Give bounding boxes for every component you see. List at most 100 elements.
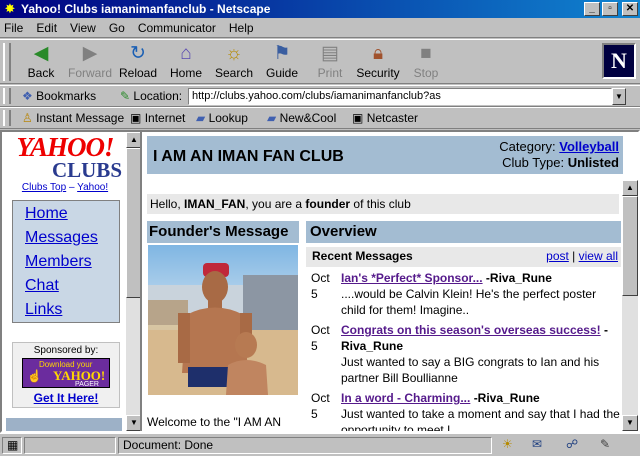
menu-view[interactable]: View [70, 21, 96, 35]
bookmark-page-icon: ▣ [130, 111, 142, 125]
url-history-dropdown[interactable]: ▼ [612, 88, 626, 105]
post-link[interactable]: post [546, 249, 569, 263]
overview-heading: Overview [306, 221, 621, 243]
guide-button[interactable]: ⚑ Guide [257, 42, 307, 82]
message-subject-link[interactable]: Ian's *Perfect* Sponsor... [341, 271, 483, 285]
window-title: Yahoo! Clubs iamanimanfanclub - Netscape [21, 2, 271, 16]
scroll-down-button[interactable]: ▼ [126, 415, 140, 431]
scroll-thumb[interactable] [126, 148, 140, 298]
component-bar-navigator-icon[interactable]: ☀ [502, 437, 513, 451]
sponsor-box: Sponsored by: Download your ☝ YAHOO! PAG… [12, 342, 120, 408]
reload-label: Reload [118, 66, 158, 80]
security-button[interactable]: 🔒︎ Security [353, 42, 403, 82]
yahoo-clubs-logo[interactable]: YAHOO! CLUBS [6, 134, 124, 181]
folder-icon: ▰ [267, 111, 277, 125]
reload-button[interactable]: ↻ Reload [113, 42, 163, 82]
club-type-label: Club Type: [502, 155, 565, 170]
founder-welcome-text: Welcome to the "I AM AN [147, 415, 282, 429]
menu-go[interactable]: Go [109, 21, 125, 35]
view-all-link[interactable]: view all [579, 249, 618, 263]
main-frame-scrollbar[interactable]: ▲ ▼ [622, 180, 638, 431]
menu-bar: File Edit View Go Communicator Help [0, 18, 640, 38]
close-button[interactable]: ✕ [622, 2, 638, 16]
club-type-value: Unlisted [567, 155, 619, 170]
message-date: Oct 5 [311, 390, 337, 422]
internet-button[interactable]: ▣ Internet [130, 111, 185, 125]
greeting-role: founder [305, 197, 351, 211]
scroll-down-button[interactable]: ▼ [622, 415, 638, 431]
nav-members-link[interactable]: Members [25, 253, 92, 271]
message-day: 5 [311, 339, 318, 353]
bookmarks-button[interactable]: ❖ Bookmarks [22, 89, 96, 103]
location-grip[interactable] [3, 88, 11, 104]
minimize-button[interactable]: _ [584, 2, 600, 16]
recent-messages-label: Recent Messages [312, 249, 413, 263]
security-status-cell[interactable]: ▦ [2, 437, 22, 454]
home-label: Home [169, 66, 202, 80]
url-field[interactable]: http://clubs.yahoo.com/clubs/iamanimanfa… [188, 88, 612, 105]
netscape-app-icon[interactable]: ✸ [2, 1, 18, 17]
get-it-here-link[interactable]: Get It Here! [13, 391, 119, 405]
person-icon: ♙ [22, 111, 33, 125]
personal-grip[interactable] [3, 110, 11, 126]
category-label: Category: [499, 139, 556, 154]
maximize-button[interactable]: ▫ [602, 2, 618, 16]
bookmarks-label: Bookmarks [36, 89, 97, 103]
scroll-thumb[interactable] [622, 196, 638, 296]
message-subject-link[interactable]: In a word - Charming... [341, 391, 470, 405]
message-month: Oct [311, 391, 330, 405]
guide-icon: ⚑ [273, 43, 291, 64]
yahoo-pager-banner[interactable]: Download your ☝ YAHOO! PAGER [22, 358, 110, 388]
category-link[interactable]: Volleyball [559, 139, 619, 154]
message-day: 5 [311, 407, 318, 421]
clubs-top-link[interactable]: Clubs Top [22, 182, 66, 193]
actions-separator: | [572, 249, 576, 263]
menu-help[interactable]: Help [229, 21, 254, 35]
netcaster-button[interactable]: ▣ Netcaster [352, 111, 418, 125]
nav-links-link[interactable]: Links [25, 301, 62, 319]
forward-button[interactable]: ▶ Forward [65, 42, 115, 82]
print-label: Print [317, 66, 343, 80]
component-bar-discussions-icon[interactable]: ☍ [566, 437, 578, 451]
greeting-suffix: of this club [350, 197, 411, 211]
nav-home-link[interactable]: Home [25, 205, 68, 223]
netscape-logo[interactable]: N [602, 43, 636, 79]
club-header: I AM AN IMAN FAN CLUB Category: Volleyba… [147, 136, 623, 174]
message-date: Oct 5 [311, 322, 337, 354]
left-navigation-frame: YAHOO! CLUBS Clubs Top – Yahoo! Home Mes… [2, 132, 142, 431]
message-author: -Riva_Rune [485, 271, 552, 285]
menu-communicator[interactable]: Communicator [138, 21, 216, 35]
instant-message-button[interactable]: ♙ Instant Message [22, 111, 124, 125]
yahoo-link[interactable]: Yahoo! [77, 182, 108, 193]
sponsored-label: Sponsored by: [33, 345, 99, 356]
message-subject-link[interactable]: Congrats on this season's overseas succe… [341, 323, 601, 337]
back-button[interactable]: ◀ Back [16, 42, 66, 82]
print-button[interactable]: ▤ Print [305, 42, 355, 82]
recent-messages-actions: post | view all [546, 249, 618, 263]
home-button[interactable]: ⌂ Home [161, 42, 211, 82]
title-bar: ✸ Yahoo! Clubs iamanimanfanclub - Netsca… [0, 0, 640, 18]
left-frame-scrollbar[interactable]: ▲ ▼ [126, 132, 140, 431]
nav-messages-link[interactable]: Messages [25, 229, 98, 247]
scroll-up-button[interactable]: ▲ [126, 132, 140, 148]
component-bar-composer-icon[interactable]: ✎ [600, 437, 610, 451]
toolbar-grip[interactable] [3, 43, 11, 81]
component-bar-mail-icon[interactable]: ✉ [532, 437, 542, 451]
forward-label: Forward [67, 66, 112, 80]
message-preview: Just wanted to take a moment and say tha… [341, 407, 620, 431]
guide-label: Guide [265, 66, 299, 80]
scroll-up-button[interactable]: ▲ [622, 180, 638, 196]
printer-icon: ▤ [321, 43, 339, 64]
security-lock-icon: ▦ [7, 438, 19, 452]
pointer-hand-icon: ☝ [27, 369, 42, 383]
menu-edit[interactable]: Edit [36, 21, 57, 35]
page-proxy-icon[interactable]: ✎ [120, 89, 130, 103]
folder-icon: ▰ [196, 111, 206, 125]
new-cool-button[interactable]: ▰ New&Cool [267, 111, 336, 125]
menu-file[interactable]: File [4, 21, 23, 35]
stop-button[interactable]: ■ Stop [401, 42, 451, 82]
location-label-text: Location: [133, 89, 183, 103]
lookup-button[interactable]: ▰ Lookup [196, 111, 248, 125]
search-button[interactable]: ☼ Search [209, 42, 259, 82]
nav-chat-link[interactable]: Chat [25, 277, 59, 295]
